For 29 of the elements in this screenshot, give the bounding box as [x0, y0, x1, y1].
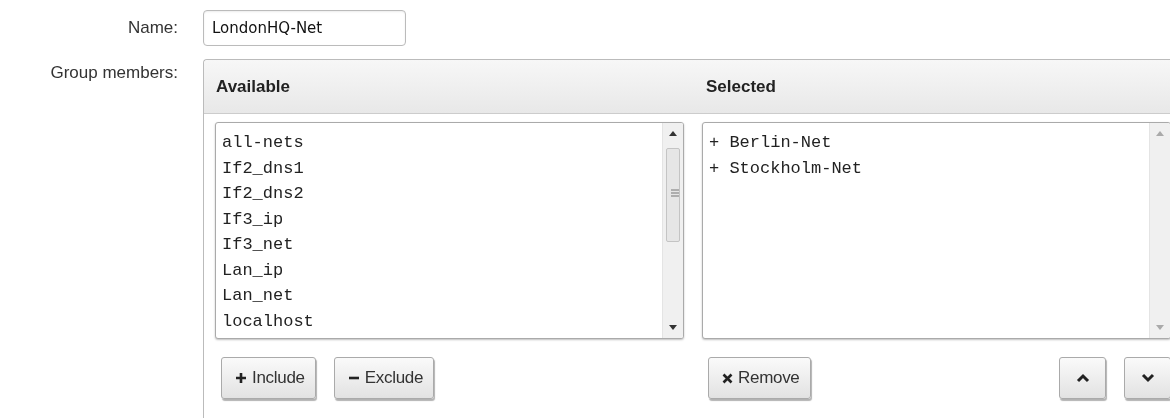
column-heading: Available: [216, 76, 292, 97]
column-heading: Selected: [706, 76, 777, 97]
chevron-up-icon: [1075, 373, 1090, 383]
chevron-down-icon: [1140, 373, 1155, 383]
list-item[interactable]: If3_ip: [222, 206, 284, 232]
remove-button[interactable]: Remove: [708, 357, 811, 399]
list-item[interactable]: all-nets: [222, 130, 304, 156]
exclude-button[interactable]: Exclude: [333, 357, 435, 399]
include-button[interactable]: Include: [221, 357, 316, 399]
list-item[interactable]: Lan_net: [222, 283, 294, 309]
scroll-down-arrow-icon[interactable]: [669, 325, 677, 330]
list-item[interactable]: + Berlin-Net: [709, 130, 832, 156]
scroll-up-arrow-icon[interactable]: [669, 131, 677, 136]
list-item[interactable]: If3_net: [222, 232, 294, 258]
list-item[interactable]: Lan_ip: [222, 257, 284, 283]
list-item[interactable]: localhost: [222, 308, 314, 334]
move-up-button[interactable]: [1059, 357, 1106, 399]
list-item[interactable]: + Stockholm-Net: [709, 155, 863, 181]
list-item[interactable]: If2_dns2: [222, 181, 304, 207]
scrollbar[interactable]: [662, 123, 683, 338]
close-icon: [722, 372, 733, 384]
plus-icon: [235, 372, 247, 384]
scrollbar-thumb[interactable]: [666, 148, 680, 242]
list-item[interactable]: If2_dns1: [222, 155, 304, 181]
name-field[interactable]: LondonHQ-Net: [203, 10, 406, 46]
field-label: Name:: [127, 18, 178, 39]
grip-icon: [671, 189, 679, 197]
move-down-button[interactable]: [1124, 357, 1170, 399]
field-label: Group members:: [50, 63, 178, 84]
